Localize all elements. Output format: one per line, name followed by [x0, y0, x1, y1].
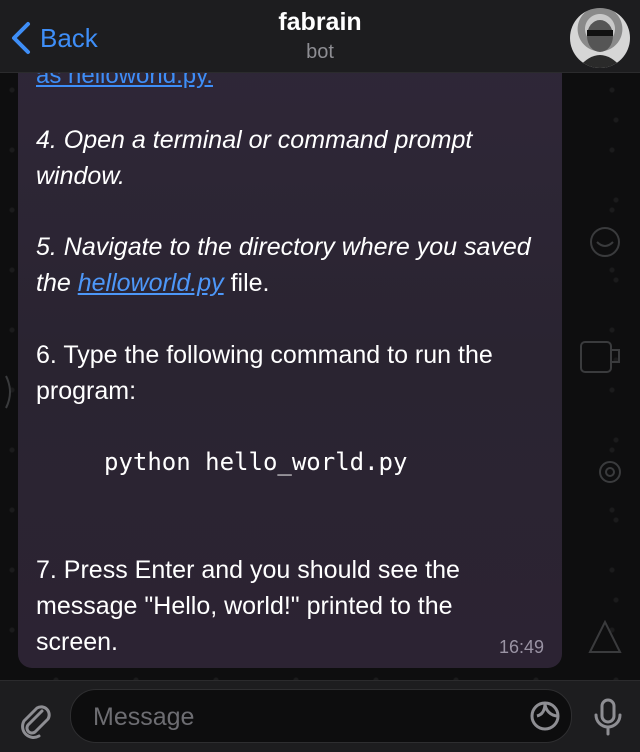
code-block: python hello_world.py — [104, 448, 408, 476]
wallpaper-doodle — [590, 452, 630, 497]
chat-title[interactable]: fabrain — [0, 8, 640, 37]
chat-header: Back fabrain bot — [0, 0, 640, 73]
paperclip-icon[interactable] — [14, 699, 54, 739]
message-step-5: 5. Navigate to the directory where you s… — [36, 229, 536, 301]
message-field[interactable] — [70, 689, 572, 744]
wallpaper-doodle — [585, 222, 625, 267]
helloworld-link[interactable]: helloworld.py — [78, 269, 224, 297]
message-input-bar — [0, 680, 640, 752]
step-5-text-end: file. — [223, 269, 270, 297]
microphone-icon[interactable] — [590, 697, 626, 737]
message-timestamp: 16:49 — [498, 637, 544, 657]
sticker-icon[interactable] — [529, 700, 561, 732]
chat-subtitle: bot — [306, 41, 334, 63]
message-input[interactable] — [91, 690, 515, 744]
message-step-6: 6. Type the following command to run the… — [36, 341, 493, 405]
wallpaper-doodle — [2, 372, 18, 417]
avatar[interactable] — [570, 8, 630, 68]
message-step-4: 4. Open a terminal or command prompt win… — [36, 126, 473, 190]
message-step-7: 7. Press Enter and you should see the me… — [36, 556, 460, 656]
wallpaper-doodle — [575, 332, 625, 387]
wallpaper-doodle — [580, 612, 630, 667]
message-bubble: as helloworld.py. 4. Open a terminal or … — [18, 40, 562, 668]
